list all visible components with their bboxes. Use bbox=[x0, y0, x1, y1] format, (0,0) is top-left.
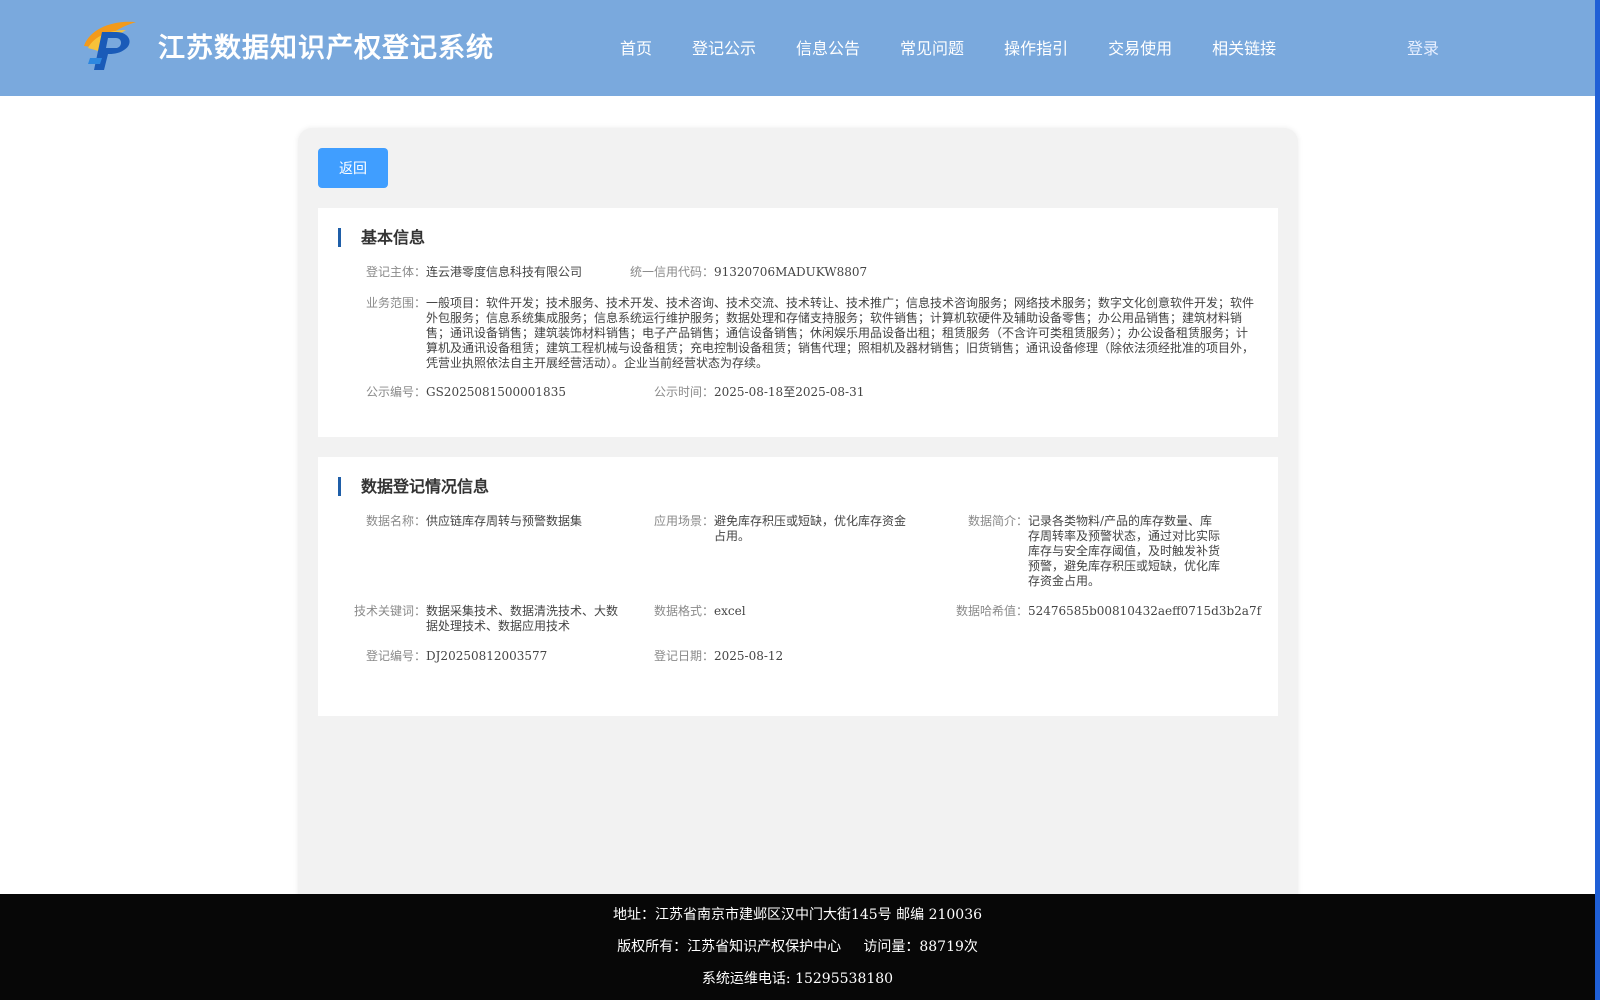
intro-label: 数据简介： bbox=[967, 514, 1028, 528]
hash-field: 数据哈希值： 52476585b00810432aeff0715d3b2a7f bbox=[948, 604, 1261, 619]
detail-panel: 返回 基本信息 登记主体： 连云港零度信息科技有限公司 统一信用代码： 9132… bbox=[298, 128, 1298, 908]
site-title: 江苏数据知识产权登记系统 bbox=[158, 33, 494, 64]
reg-no-field: 登记编号： DJ20250812003577 bbox=[348, 649, 547, 664]
data-name-field: 数据名称： 供应链库存周转与预警数据集 bbox=[348, 514, 626, 529]
nav-links[interactable]: 相关链接 bbox=[1212, 35, 1276, 59]
top-header: 江苏数据知识产权登记系统 首页 登记公示 信息公告 常见问题 操作指引 交易使用… bbox=[0, 0, 1595, 96]
basic-info-title: 基本信息 bbox=[338, 228, 425, 247]
hash-value: 52476585b00810432aeff0715d3b2a7f bbox=[1028, 604, 1262, 618]
data-name-label: 数据名称： bbox=[365, 514, 426, 528]
data-registration-title: 数据登记情况信息 bbox=[338, 477, 489, 496]
footer-phone: 系统运维电话: 15295538180 bbox=[701, 971, 894, 987]
nav-faq[interactable]: 常见问题 bbox=[900, 35, 964, 59]
scene-label: 应用场景： bbox=[653, 514, 714, 528]
reg-date-field: 登记日期： 2025-08-12 bbox=[628, 649, 783, 664]
pub-no-label: 公示编号： bbox=[365, 385, 426, 399]
nav-home[interactable]: 首页 bbox=[620, 35, 652, 59]
format-field: 数据格式： excel bbox=[628, 604, 746, 619]
scene-value: 避免库存积压或短缺，优化库存资金占用。 bbox=[714, 514, 907, 543]
reg-no-label: 登记编号： bbox=[365, 649, 426, 663]
format-value: excel bbox=[714, 604, 746, 618]
scene-field: 应用场景： 避免库存积压或短缺，优化库存资金占用。 bbox=[628, 514, 909, 544]
pub-no-value: GS2025081500001835 bbox=[426, 385, 566, 399]
tech-keywords-value: 数据采集技术、数据清洗技术、大数据处理技术、数据应用技术 bbox=[426, 604, 619, 633]
back-button[interactable]: 返回 bbox=[318, 148, 388, 188]
data-registration-card: 数据登记情况信息 数据名称： 供应链库存周转与预警数据集 应用场景： 避免库存积… bbox=[318, 457, 1278, 716]
footer-address: 地址：江苏省南京市建邺区汉中门大街145号 邮编 210036 bbox=[612, 907, 983, 923]
tech-keywords-label: 技术关键词： bbox=[353, 604, 426, 618]
credit-code-field: 统一信用代码： 91320706MADUKW8807 bbox=[628, 265, 867, 280]
main-nav: 首页 登记公示 信息公告 常见问题 操作指引 交易使用 相关链接 bbox=[620, 35, 1316, 59]
intro-value: 记录各类物料/产品的库存数量、库存周转率及预警状态，通过对比实际库存与安全库存阈… bbox=[1028, 514, 1221, 588]
scope-label: 业务范围： bbox=[365, 296, 426, 310]
entity-field: 登记主体： 连云港零度信息科技有限公司 bbox=[348, 265, 582, 280]
scrollbar-strip bbox=[1595, 0, 1600, 1000]
tech-keywords-field: 技术关键词： 数据采集技术、数据清洗技术、大数据处理技术、数据应用技术 bbox=[348, 604, 622, 634]
pub-time-label: 公示时间： bbox=[653, 385, 714, 399]
entity-label: 登记主体： bbox=[365, 265, 426, 279]
nav-announcements[interactable]: 信息公告 bbox=[796, 35, 860, 59]
entity-value: 连云港零度信息科技有限公司 bbox=[426, 265, 583, 279]
intro-field: 数据简介： 记录各类物料/产品的库存数量、库存周转率及预警状态，通过对比实际库存… bbox=[948, 514, 1224, 589]
nav-guide[interactable]: 操作指引 bbox=[1004, 35, 1068, 59]
reg-no-value: DJ20250812003577 bbox=[426, 649, 548, 663]
format-label: 数据格式： bbox=[653, 604, 714, 618]
data-name-value: 供应链库存周转与预警数据集 bbox=[426, 514, 583, 528]
scope-value: 一般项目：软件开发；技术服务、技术开发、技术咨询、技术交流、技术转让、技术推广；… bbox=[426, 296, 1255, 370]
reg-date-value: 2025-08-12 bbox=[714, 649, 784, 663]
nav-registration-notice[interactable]: 登记公示 bbox=[692, 35, 756, 59]
credit-code-value: 91320706MADUKW8807 bbox=[714, 265, 868, 279]
site-footer: 地址：江苏省南京市建邺区汉中门大街145号 邮编 210036 版权所有：江苏省… bbox=[0, 894, 1595, 1000]
site-logo-icon bbox=[84, 21, 136, 70]
scope-field: 业务范围： 一般项目：软件开发；技术服务、技术开发、技术咨询、技术交流、技术转让… bbox=[348, 296, 1256, 371]
pub-no-field: 公示编号： GS2025081500001835 bbox=[348, 385, 566, 400]
nav-trading[interactable]: 交易使用 bbox=[1108, 35, 1172, 59]
hash-label: 数据哈希值： bbox=[955, 604, 1028, 618]
credit-code-label: 统一信用代码： bbox=[629, 265, 714, 279]
pub-time-value: 2025-08-18至2025-08-31 bbox=[714, 385, 865, 399]
login-link[interactable]: 登录 bbox=[1407, 35, 1439, 59]
reg-date-label: 登记日期： bbox=[653, 649, 714, 663]
basic-info-card: 基本信息 登记主体： 连云港零度信息科技有限公司 统一信用代码： 9132070… bbox=[318, 208, 1278, 437]
pub-time-field: 公示时间： 2025-08-18至2025-08-31 bbox=[628, 385, 864, 400]
footer-copyright: 版权所有：江苏省知识产权保护中心 访问量：88719次 bbox=[617, 939, 978, 955]
